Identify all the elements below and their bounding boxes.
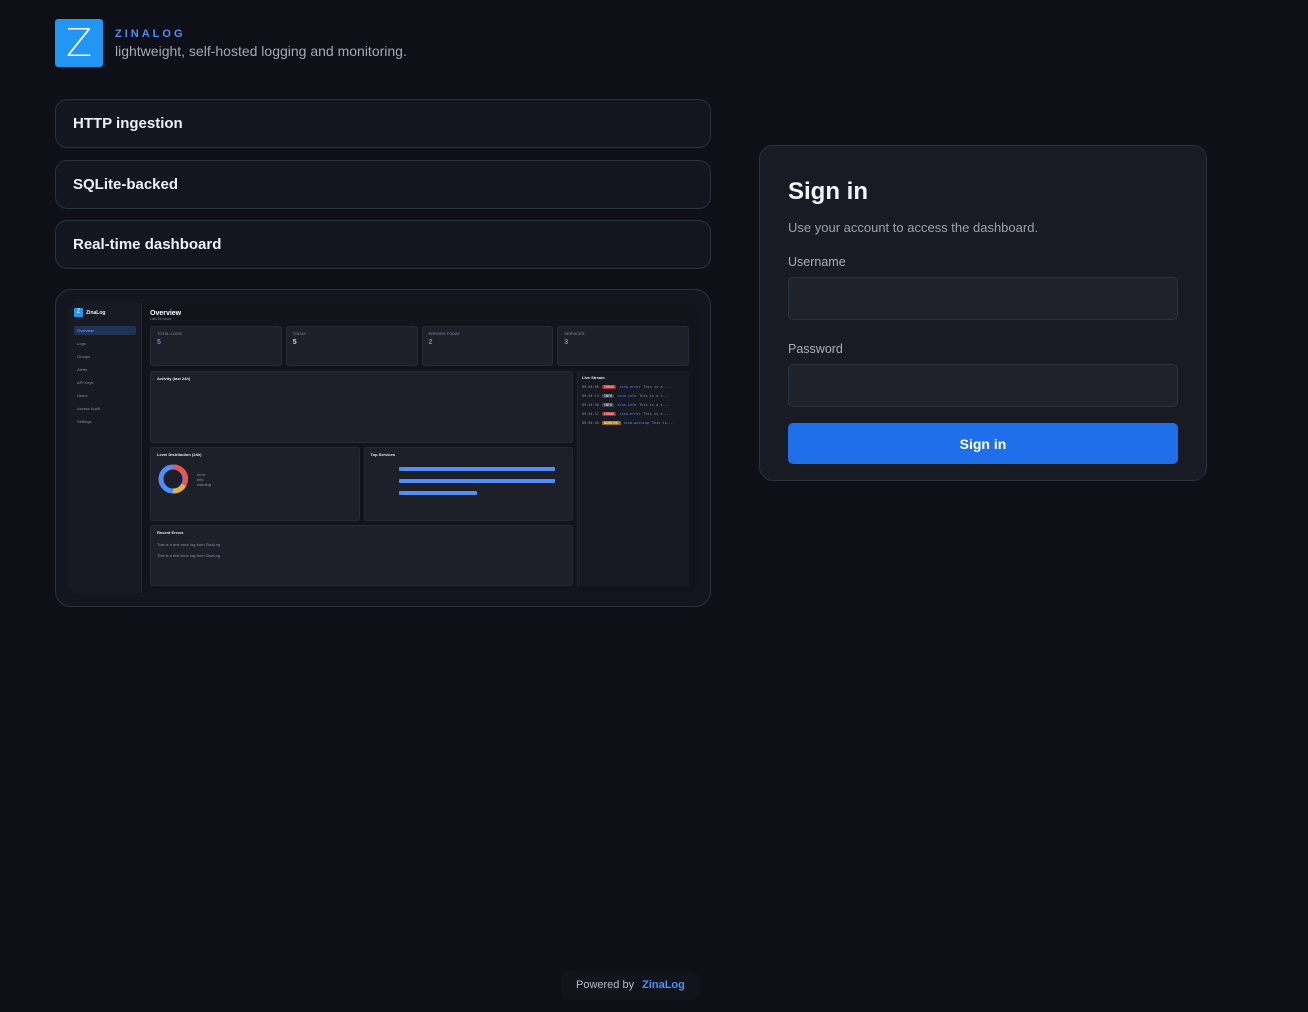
sign-in-card: Sign in Use your account to access the d… [759, 145, 1207, 481]
log-level: INFO [601, 394, 615, 398]
brand-name: ZINALOG [115, 27, 186, 40]
preview-nav-item: Groups [77, 354, 91, 359]
log-time: 09:54:45 [582, 421, 599, 425]
preview-nav-item: Alerts [77, 367, 88, 372]
live-title: Live Stream [582, 375, 605, 380]
log-level: WARNING [601, 421, 621, 425]
preview-nav-item: Logs [77, 341, 86, 346]
dashboard-preview: Z ZinaLog Overview Logs Groups Alerts AP… [55, 289, 711, 607]
preview-nav-item: API Keys [77, 380, 94, 385]
stat-value: 2 [428, 339, 433, 346]
preview-live-stream: Live Stream 09:54:09 ERROR zina-error Th… [577, 371, 689, 586]
preview-logo-icon: Z [74, 308, 83, 317]
log-service: zina-error [619, 385, 641, 389]
log-message: This is... [651, 421, 673, 425]
log-message: This is a t... [639, 394, 669, 398]
preview-activity-chart: Activity (last 24h) [150, 371, 573, 443]
log-message: This is a ... [643, 412, 671, 416]
preview-mid-row: Level Distribution (24h) error info warn… [150, 447, 573, 521]
preview-subtitle: Last 24 hours [150, 317, 172, 321]
feature-card-sqlite: SQLite-backed [55, 160, 711, 209]
stat-value: 3 [564, 339, 569, 346]
username-input[interactable] [788, 277, 1178, 320]
stat-value: 5 [292, 339, 297, 346]
brand-tagline: lightweight, self-hosted logging and mon… [115, 42, 407, 59]
preview-sidebar: Z ZinaLog Overview Logs Groups Alerts AP… [69, 303, 142, 593]
preview-nav-item: Users [77, 393, 88, 398]
log-service: zina-warning [623, 421, 649, 425]
activity-title: Activity (last 24h) [157, 376, 191, 381]
preview-panels: Activity (last 24h) Level Distribution (… [150, 371, 573, 586]
log-level: INFO [601, 403, 615, 407]
live-log-line: 09:54:45 WARNING zina-warning This is... [582, 421, 685, 425]
preview-top-services: Top Services [363, 447, 573, 521]
preview-nav-item: Access Audit [77, 406, 100, 411]
preview-level-chart: Level Distribution (24h) error info warn… [150, 447, 360, 521]
brand-header: Z ZINALOG lightweight, self-hosted loggi… [55, 19, 407, 67]
service-bar [398, 491, 477, 495]
log-time: 09:54:14 [582, 394, 599, 398]
sign-in-title: Sign in [788, 178, 868, 205]
logo-icon: Z [55, 19, 103, 67]
stat-label: TODAY [292, 331, 307, 336]
username-label: Username [788, 255, 846, 269]
error-row: This is a test error log from ZinaLog [157, 542, 221, 547]
error-row: This is a test error log from ZinaLog [157, 553, 221, 558]
sign-in-button[interactable]: Sign in [788, 423, 1178, 464]
top-services-title: Top Services [370, 452, 396, 457]
recent-errors-title: Recent Errors [157, 530, 184, 535]
preview-body: Activity (last 24h) Level Distribution (… [150, 371, 689, 586]
stat-value: 5 [157, 339, 161, 346]
preview-nav-item: Overview [74, 326, 136, 335]
log-service: zina-error [619, 412, 641, 416]
log-time: 09:54:30 [582, 403, 599, 407]
preview-nav: Overview Logs Groups Alerts API Keys Use… [74, 326, 136, 426]
stat-label: ERRORS TODAY [428, 331, 461, 336]
password-label: Password [788, 342, 843, 356]
brand-text: ZINALOG lightweight, self-hosted logging… [115, 28, 407, 59]
powered-by-label: Powered by [576, 979, 635, 991]
legend-item: warning [197, 481, 212, 487]
preview-logo: Z ZinaLog [74, 308, 136, 317]
level-content: error info warning [157, 463, 353, 495]
password-input[interactable] [788, 364, 1178, 407]
sign-in-subtitle: Use your account to access the dashboard… [788, 220, 1039, 235]
zinalog-link[interactable]: ZinaLog [642, 979, 685, 991]
log-time: 09:54:37 [582, 412, 599, 416]
preview-stat-card: SERVICES 3 [557, 326, 689, 366]
preview-stats: TOTAL LOGS 5 TODAY 5 ERRORS TODAY 2 SERV… [150, 326, 689, 366]
preview-app-name: ZinaLog [86, 309, 106, 316]
preview-main: Overview Last 24 hours TOTAL LOGS 5 TODA… [142, 303, 697, 593]
log-service: zina-info [617, 403, 637, 407]
live-log-line: 09:54:14 INFO zina-info This is a t... [582, 394, 685, 398]
preview-screenshot: Z ZinaLog Overview Logs Groups Alerts AP… [69, 303, 697, 593]
preview-stat-card: ERRORS TODAY 2 [421, 326, 554, 366]
preview-nav-item: Settings [77, 419, 92, 424]
stat-label: SERVICES [564, 331, 585, 336]
feature-card-http: HTTP ingestion [55, 99, 711, 148]
live-log-line: 09:54:09 ERROR zina-error This is a ... [582, 385, 685, 389]
preview-recent-errors: Recent Errors This is a test error log f… [150, 525, 573, 586]
log-level: ERROR [601, 412, 617, 416]
live-log-line: 09:54:37 ERROR zina-error This is a ... [582, 412, 685, 416]
log-time: 09:54:09 [582, 385, 599, 389]
preview-title: Overview [150, 310, 182, 317]
log-service: zina-info [617, 394, 637, 398]
log-message: This is a ... [643, 385, 671, 389]
feature-card-dashboard: Real-time dashboard [55, 220, 711, 269]
preview-stat-card: TOTAL LOGS 5 [150, 326, 282, 366]
stat-label: TOTAL LOGS [157, 331, 182, 336]
log-message: This is a t... [639, 403, 669, 407]
preview-stat-card: TODAY 5 [285, 326, 418, 366]
log-level: ERROR [601, 385, 617, 389]
donut-chart [158, 464, 189, 494]
service-bar [398, 479, 555, 483]
service-bar [398, 467, 555, 471]
powered-by-footer: Powered by ZinaLog [562, 970, 699, 1000]
level-title: Level Distribution (24h) [157, 452, 202, 457]
level-legend: error info warning [197, 472, 211, 487]
live-log-line: 09:54:30 INFO zina-info This is a t... [582, 403, 685, 407]
